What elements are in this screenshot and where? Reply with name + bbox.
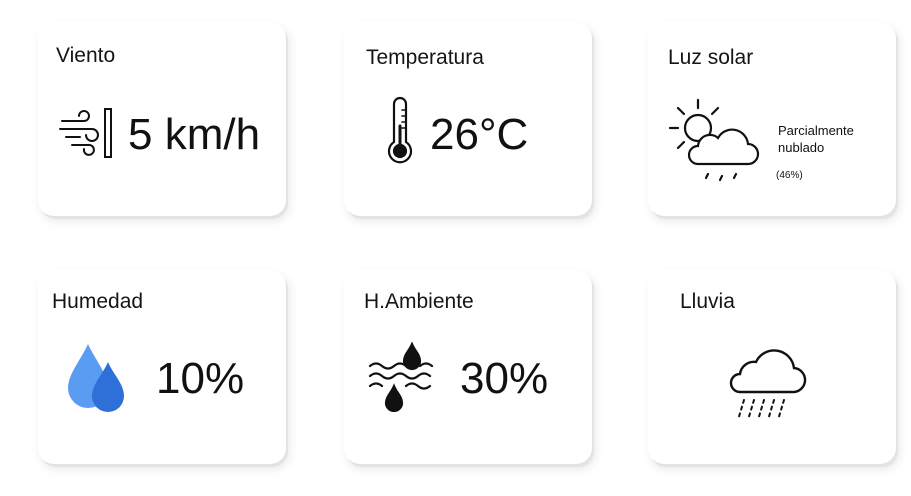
sunlight-title: Luz solar [668, 46, 754, 69]
wind-card: Viento 5 km/h [38, 22, 286, 216]
ambient-humidity-card: H.Ambiente 30% [344, 270, 592, 464]
thermometer-icon [384, 96, 416, 168]
temperature-title: Temperatura [366, 46, 484, 69]
humidity-waves-icon [368, 341, 438, 413]
wind-icon [58, 107, 118, 159]
rain-title: Lluvia [680, 290, 735, 313]
rain-card: Lluvia [648, 270, 896, 464]
wind-value: 5 km/h [128, 110, 261, 159]
sunlight-condition: Parcialmente nublado [778, 123, 854, 155]
temperature-value: 26°C [430, 110, 529, 159]
humidity-value: 10% [156, 354, 245, 403]
humidity-title: Humedad [52, 290, 144, 313]
water-drops-icon [64, 342, 130, 414]
sunlight-card: Luz solar Parcialmente nublado (46%) [648, 22, 896, 216]
ambient-humidity-value: 30% [460, 354, 549, 403]
humidity-card: Humedad 10% [38, 270, 286, 464]
wind-title: Viento [56, 44, 116, 67]
rain-cloud-icon [722, 340, 812, 424]
temperature-card: Temperatura 26°C [344, 22, 592, 216]
sunlight-percent: (46%) [776, 170, 803, 181]
ambient-humidity-title: H.Ambiente [364, 290, 474, 313]
partly-cloudy-icon [664, 94, 760, 184]
